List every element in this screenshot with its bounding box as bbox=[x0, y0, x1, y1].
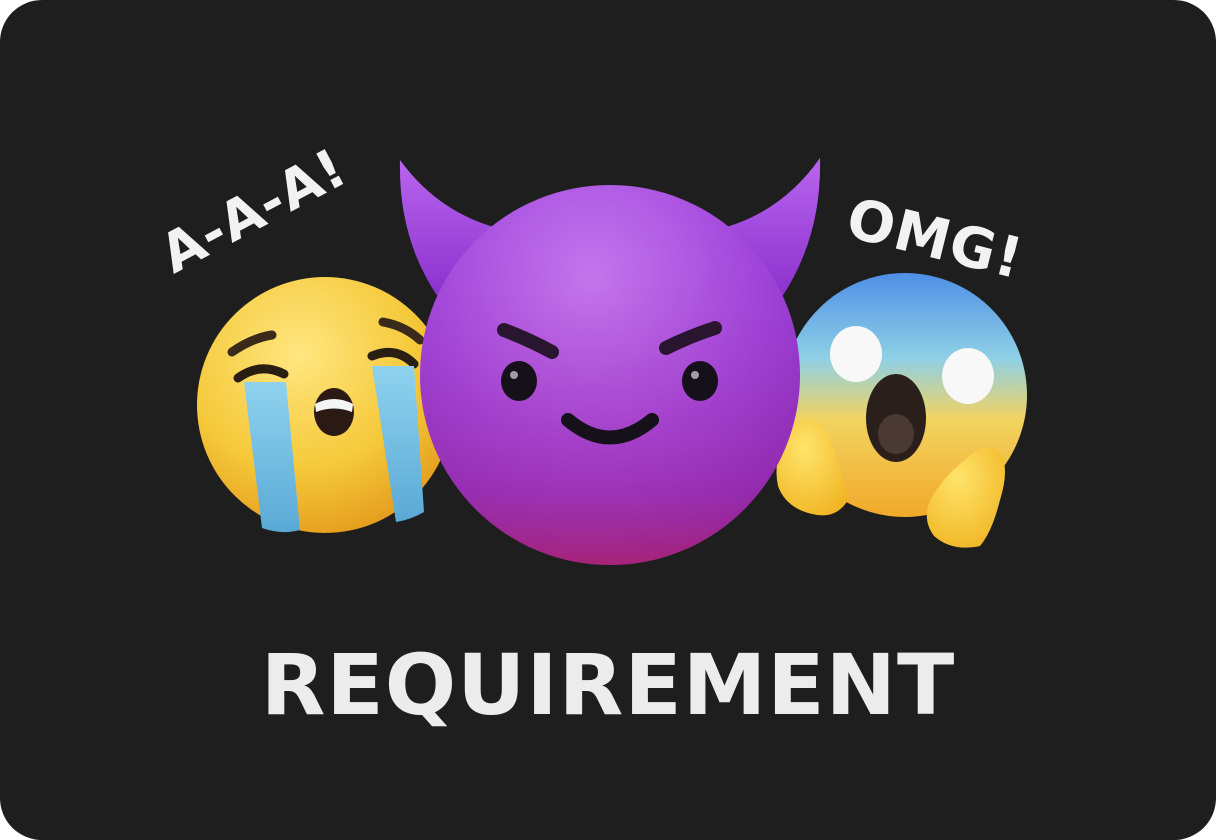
emoji-stage: A-A-A! OMG! bbox=[0, 0, 1216, 600]
caption-title: REQUIREMENT bbox=[260, 636, 956, 734]
face-screaming-in-fear-icon bbox=[776, 273, 1027, 548]
emoji-group bbox=[197, 158, 1027, 565]
loudly-crying-face-icon bbox=[197, 277, 453, 533]
smiling-face-with-horns-icon bbox=[399, 158, 821, 565]
illustration-card: A-A-A! OMG! REQUIREMENT bbox=[0, 0, 1216, 840]
